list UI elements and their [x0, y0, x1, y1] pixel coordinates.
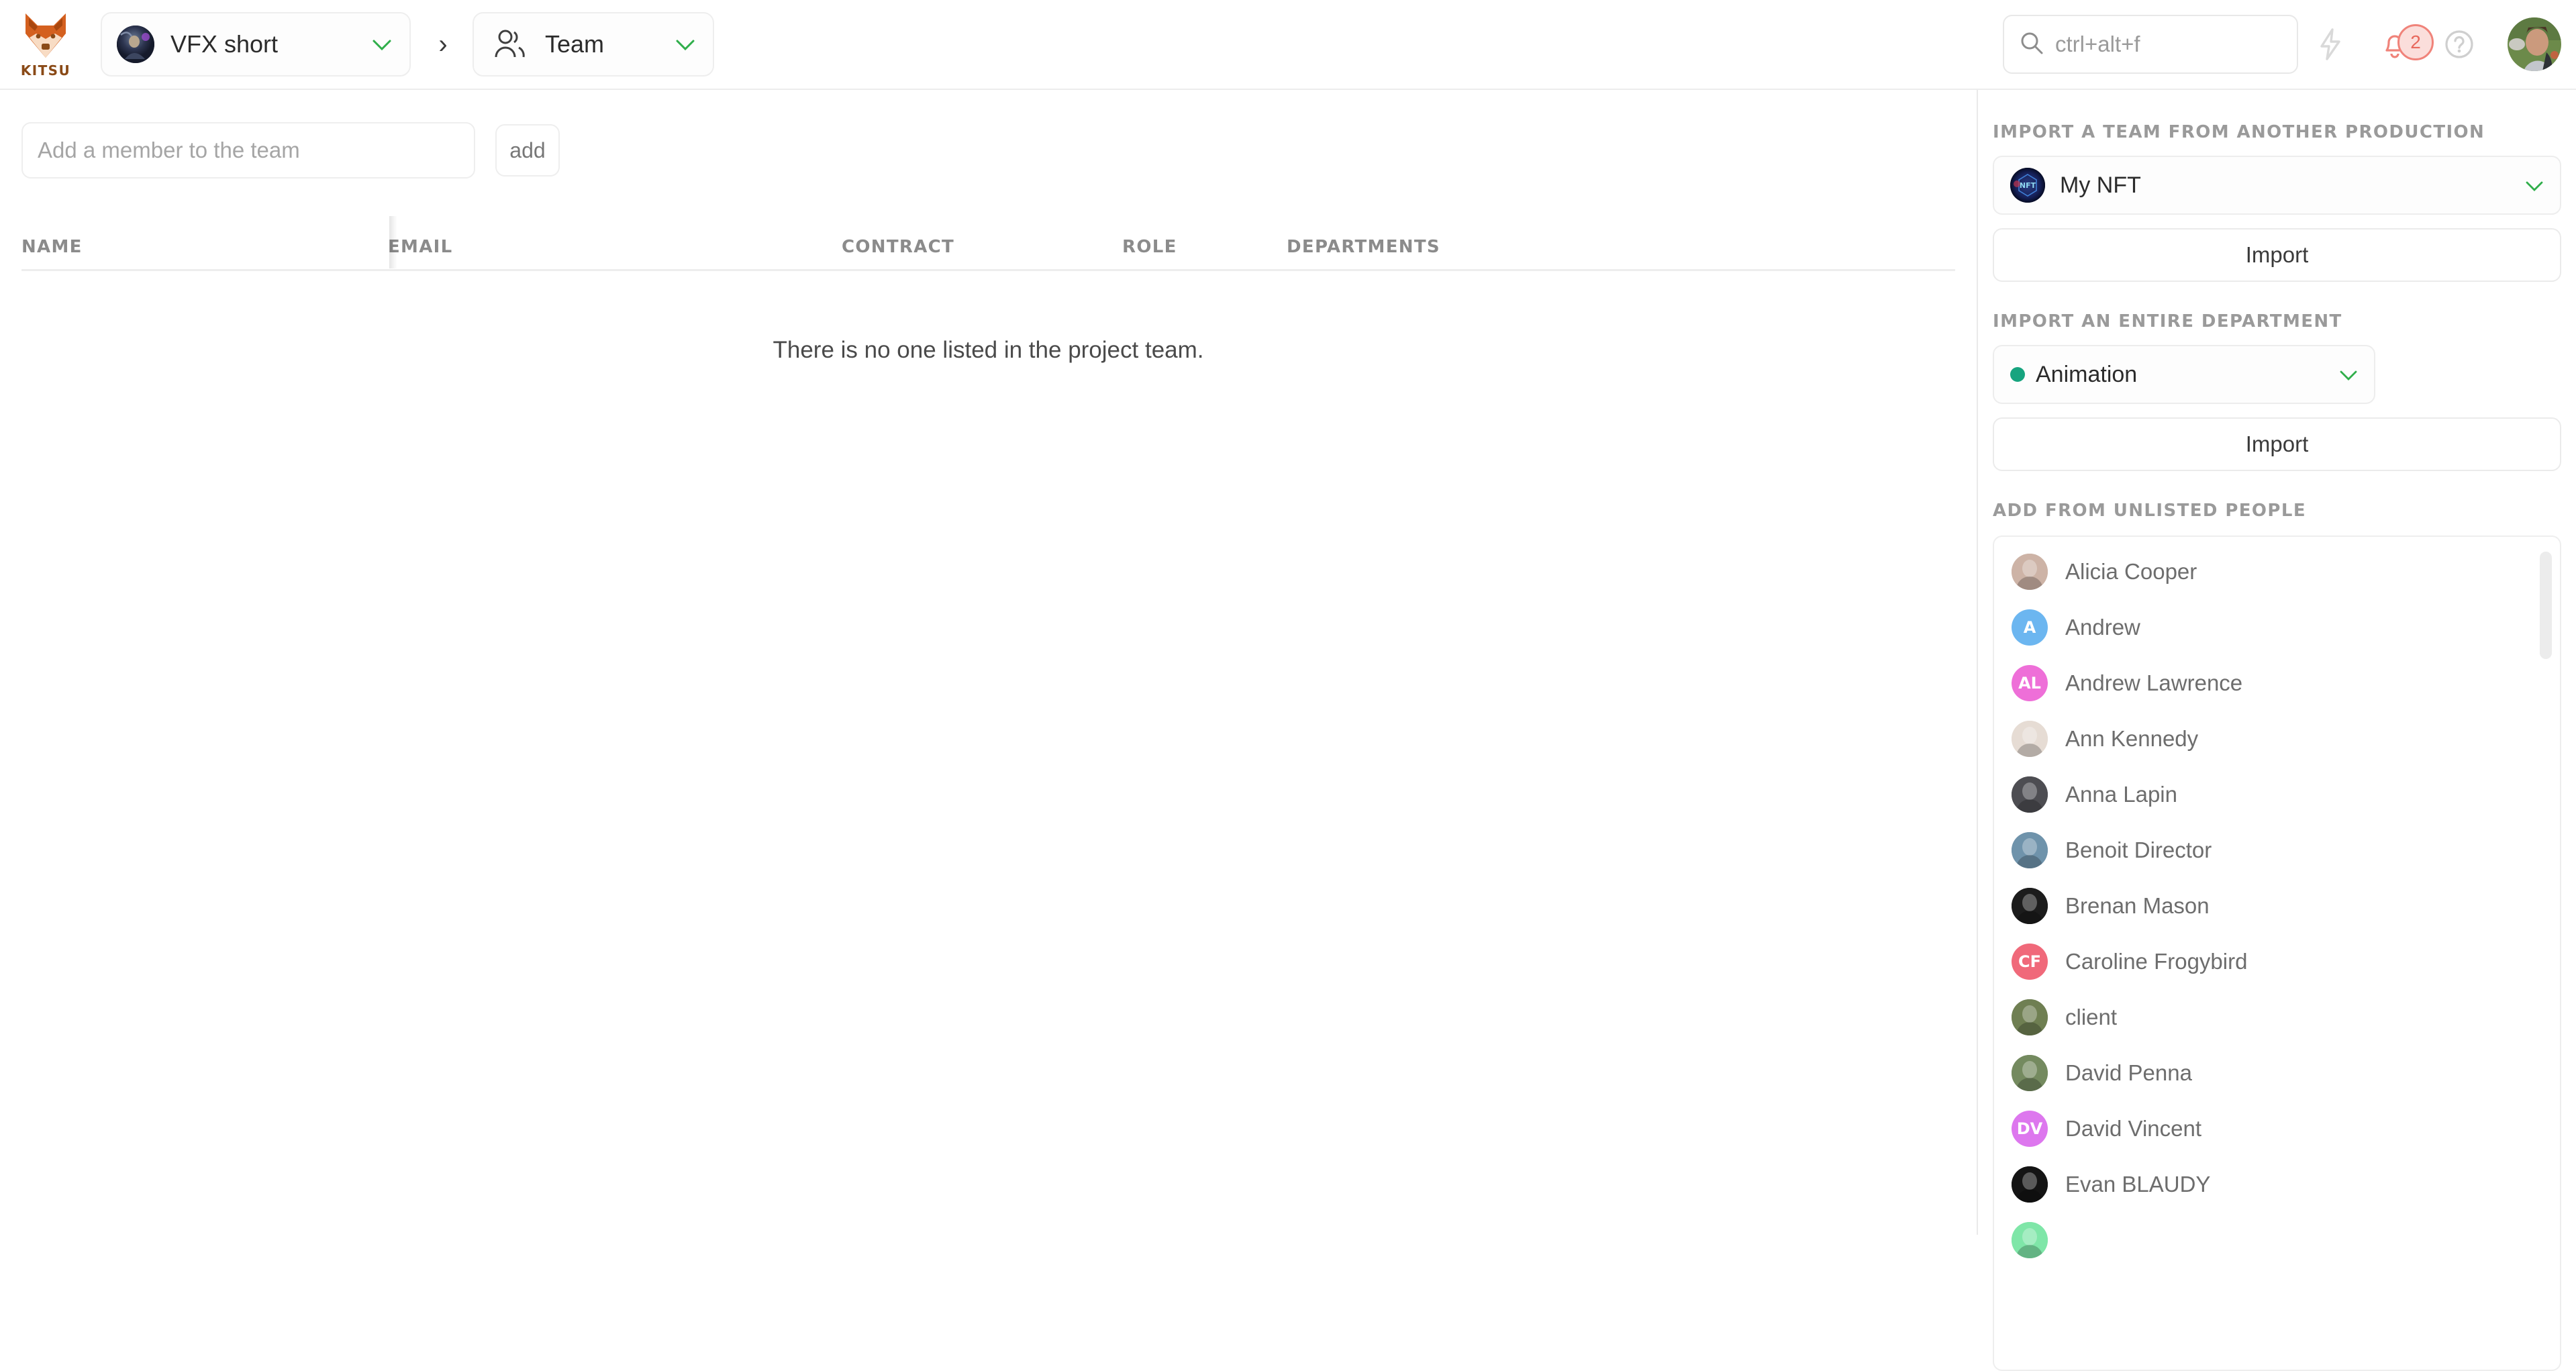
breadcrumb-separator-icon: ›: [438, 29, 448, 59]
top-bar-actions: ctrl+alt+f 2: [2003, 12, 2576, 77]
import-team-title: IMPORT A TEAM FROM ANOTHER PRODUCTION: [1993, 122, 2485, 142]
list-item-label: Andrew Lawrence: [2065, 670, 2243, 695]
search-placeholder: ctrl+alt+f: [2055, 32, 2140, 56]
avatar: [2012, 720, 2048, 757]
list-item-label: Evan BLAUDY: [2065, 1171, 2211, 1197]
list-item-label: Caroline Frogybird: [2065, 948, 2248, 974]
team-main-content: add NAME EMAIL CONTRACT ROLE DEPARTMENTS…: [0, 90, 1977, 1235]
list-item[interactable]: client: [1994, 989, 2560, 1045]
list-item-label: Brenan Mason: [2065, 893, 2210, 918]
import-department-title: IMPORT AN ENTIRE DEPARTMENT: [1993, 311, 2342, 332]
avatar: [2012, 999, 2048, 1035]
avatar: [2012, 553, 2048, 590]
avatar: [2012, 1221, 2048, 1258]
avatar: [2012, 1054, 2048, 1091]
breadcrumb-project-label: VFX short: [170, 30, 279, 58]
list-item-label: Alicia Cooper: [2065, 558, 2197, 584]
list-item[interactable]: DV David Vincent: [1994, 1101, 2560, 1156]
list-item[interactable]: [1994, 1212, 2560, 1268]
avatar[interactable]: [2508, 17, 2561, 71]
chevron-down-icon: [344, 33, 392, 56]
kitsu-logo[interactable]: KITSU: [5, 11, 86, 79]
notification-bell-icon[interactable]: 2: [2363, 12, 2434, 77]
column-header-email[interactable]: EMAIL: [388, 237, 453, 257]
add-member-input[interactable]: [21, 122, 475, 179]
department-color-dot: [2010, 367, 2025, 382]
import-department-selected: Animation: [2036, 361, 2138, 387]
avatar-initials: CF: [2012, 943, 2048, 980]
top-bar: KITSU VFX short › Team ctrl+alt+f 2: [0, 0, 2576, 90]
unlisted-people-title: ADD FROM UNLISTED PEOPLE: [1993, 501, 2307, 521]
avatar-initials: DV: [2012, 1110, 2048, 1147]
list-item[interactable]: Benoit Director: [1994, 822, 2560, 878]
list-item[interactable]: Evan BLAUDY: [1994, 1156, 2560, 1212]
list-item[interactable]: David Penna: [1994, 1045, 2560, 1101]
avatar-initials: A: [2012, 609, 2048, 646]
list-item[interactable]: CF Caroline Frogybird: [1994, 933, 2560, 989]
list-item[interactable]: Anna Lapin: [1994, 766, 2560, 822]
import-department-select[interactable]: Animation: [1993, 345, 2375, 404]
list-item-label: David Penna: [2065, 1060, 2192, 1085]
unlisted-people-list: Alicia Cooper A Andrew AL Andrew Lawrence Ann…: [1994, 537, 2560, 1268]
team-table-header: NAME EMAIL CONTRACT ROLE DEPARTMENTS: [21, 216, 1955, 271]
import-department-button[interactable]: Import: [1993, 417, 2561, 471]
production-avatar: NFT: [2010, 168, 2045, 203]
search-icon: [2019, 30, 2044, 59]
lightning-bolt-icon[interactable]: [2298, 12, 2363, 77]
search-input[interactable]: ctrl+alt+f: [2003, 15, 2298, 74]
chevron-down-icon: [647, 33, 695, 56]
list-item[interactable]: Ann Kennedy: [1994, 711, 2560, 766]
add-member-row: add: [0, 90, 1977, 179]
import-sidebar: IMPORT A TEAM FROM ANOTHER PRODUCTION NF…: [1977, 90, 2576, 1371]
svg-text:NFT: NFT: [2020, 181, 2036, 190]
empty-team-message: There is no one listed in the project te…: [773, 337, 1204, 363]
list-item-label: Benoit Director: [2065, 837, 2212, 862]
breadcrumb-project-selector[interactable]: VFX short: [101, 12, 411, 77]
column-header-departments[interactable]: DEPARTMENTS: [1287, 237, 1440, 257]
logo-wordmark: KITSU: [20, 62, 71, 79]
list-item[interactable]: A Andrew: [1994, 599, 2560, 655]
list-item-label: client: [2065, 1004, 2118, 1029]
people-list-scrollbar-thumb[interactable]: [2540, 552, 2552, 659]
breadcrumb-section-selector[interactable]: Team: [473, 12, 714, 77]
column-header-role[interactable]: ROLE: [1122, 237, 1177, 257]
fox-head-icon: [21, 11, 70, 60]
column-divider: [389, 216, 397, 268]
list-item-label: David Vincent: [2065, 1115, 2202, 1141]
column-header-name[interactable]: NAME: [21, 237, 83, 257]
project-avatar: [117, 26, 154, 63]
list-item-label: Andrew: [2065, 614, 2140, 640]
list-item-label: Ann Kennedy: [2065, 725, 2199, 751]
avatar: [2012, 831, 2048, 868]
list-item[interactable]: Alicia Cooper: [1994, 544, 2560, 599]
users-icon: [491, 28, 529, 61]
avatar: [2012, 776, 2048, 813]
avatar: [2012, 1166, 2048, 1203]
list-item-label: Anna Lapin: [2065, 781, 2177, 807]
list-item[interactable]: Brenan Mason: [1994, 878, 2560, 933]
unlisted-people-list-container: Alicia Cooper A Andrew AL Andrew Lawrence Ann…: [1993, 536, 2561, 1371]
column-header-contract[interactable]: CONTRACT: [842, 237, 954, 257]
people-list-scrollbar[interactable]: [2540, 542, 2556, 1366]
avatar-initials: AL: [2012, 664, 2048, 701]
import-team-button[interactable]: Import: [1993, 228, 2561, 282]
list-item[interactable]: AL Andrew Lawrence: [1994, 655, 2560, 711]
help-circle-icon[interactable]: [2427, 12, 2491, 77]
chevron-down-icon: [2525, 174, 2544, 196]
chevron-down-icon: [2339, 364, 2358, 385]
add-member-button[interactable]: add: [495, 124, 560, 176]
avatar: [2012, 887, 2048, 924]
import-team-select[interactable]: NFT My NFT: [1993, 156, 2561, 215]
import-team-selected: My NFT: [2060, 172, 2141, 198]
breadcrumb-section-label: Team: [545, 30, 605, 58]
